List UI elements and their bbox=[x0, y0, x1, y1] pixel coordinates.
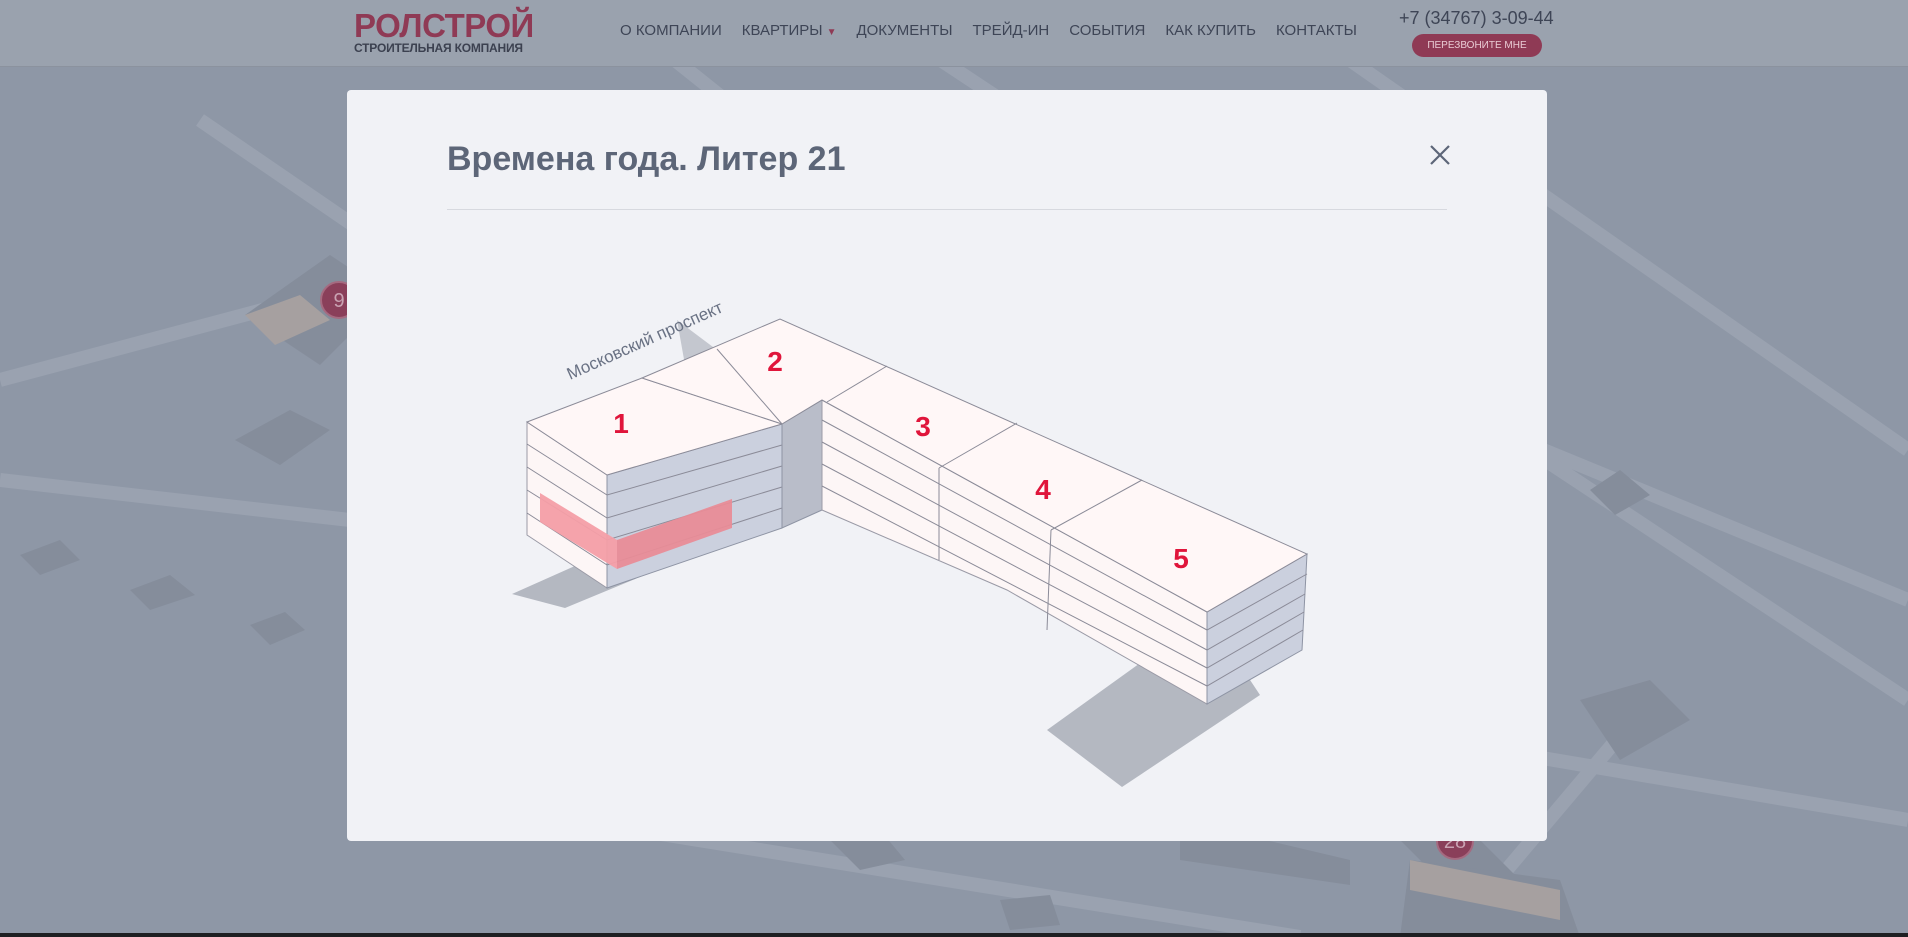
nav-item-how-to-buy[interactable]: КАК КУПИТЬ bbox=[1165, 22, 1256, 39]
nav-item-apartments[interactable]: КВАРТИРЫ ▼ bbox=[742, 22, 837, 39]
section-label-2[interactable]: 2 bbox=[767, 346, 783, 377]
callback-button[interactable]: ПЕРЕЗВОНИТЕ МНЕ bbox=[1412, 34, 1542, 57]
site-header: РОЛСТРОЙ СТРОИТЕЛЬНАЯ КОМПАНИЯ О КОМПАНИ… bbox=[0, 0, 1908, 67]
modal-dialog: Времена года. Литер 21 1 2 3 4 5 Московс… bbox=[347, 90, 1547, 841]
nav-item-events[interactable]: СОБЫТИЯ bbox=[1069, 22, 1145, 39]
nav-item-about[interactable]: О КОМПАНИИ bbox=[620, 22, 722, 39]
nav-item-apartments-label: КВАРТИРЫ bbox=[741, 22, 823, 39]
caret-down-icon: ▼ bbox=[826, 27, 837, 38]
phone-number[interactable]: +7 (34767) 3-09-44 bbox=[1399, 8, 1554, 29]
building-scheme: 1 2 3 4 5 Московский проспект bbox=[512, 298, 1309, 787]
company-logo[interactable]: РОЛСТРОЙ СТРОИТЕЛЬНАЯ КОМПАНИЯ bbox=[354, 7, 534, 55]
section-label-3[interactable]: 3 bbox=[915, 411, 931, 442]
section-label-5[interactable]: 5 bbox=[1173, 543, 1189, 574]
section-label-4[interactable]: 4 bbox=[1035, 474, 1051, 505]
nav-item-trade-in[interactable]: ТРЕЙД-ИН bbox=[973, 22, 1050, 39]
bottom-bar bbox=[0, 933, 1908, 937]
nav-item-contacts[interactable]: КОНТАКТЫ bbox=[1276, 22, 1357, 39]
logo-sub-text: СТРОИТЕЛЬНАЯ КОМПАНИЯ bbox=[354, 41, 523, 55]
logo-main-text: РОЛСТРОЙ bbox=[354, 7, 534, 44]
main-nav: О КОМПАНИИ КВАРТИРЫ ▼ ДОКУМЕНТЫ ТРЕЙД-ИН … bbox=[620, 22, 1377, 39]
nav-item-documents[interactable]: ДОКУМЕНТЫ bbox=[856, 22, 952, 39]
section-label-1[interactable]: 1 bbox=[613, 408, 629, 439]
